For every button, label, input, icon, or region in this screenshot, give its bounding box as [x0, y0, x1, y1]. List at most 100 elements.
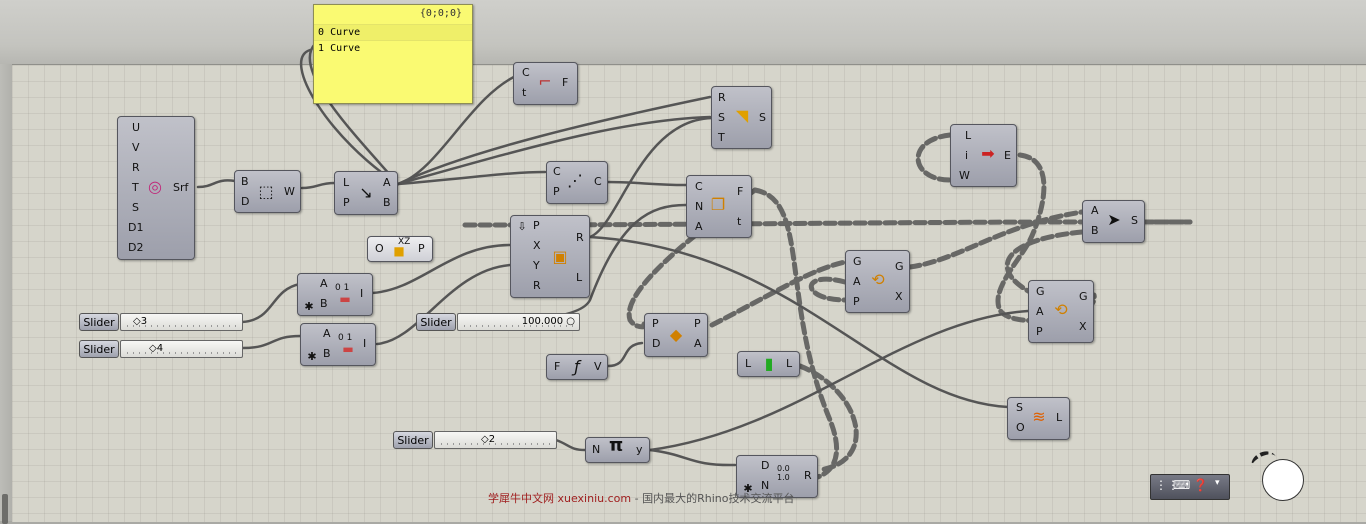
input-D[interactable]: D [761, 460, 769, 472]
input-R[interactable]: R [718, 92, 726, 104]
input-A[interactable]: A [320, 278, 328, 290]
output-R[interactable]: R [804, 470, 812, 482]
input-B[interactable]: B [1091, 225, 1099, 237]
project-component[interactable]: P D P A ◆ [644, 313, 708, 357]
sweep-component[interactable]: R S T S ◥ [711, 86, 772, 149]
input-L[interactable]: L [965, 130, 971, 142]
input-C[interactable]: C [695, 181, 703, 193]
output-G[interactable]: G [1079, 291, 1088, 303]
input-L[interactable]: L [343, 177, 349, 189]
output-L[interactable]: L [786, 358, 792, 370]
input-A[interactable]: A [1091, 205, 1099, 217]
output-G[interactable]: G [895, 261, 904, 273]
loft-component[interactable]: S O L ≋ [1007, 397, 1070, 440]
length-component[interactable]: L L ▮ [737, 351, 800, 377]
input-D[interactable]: D [241, 196, 249, 208]
text-panel[interactable]: {0;0;0} 0 Curve 1 Curve [313, 4, 473, 104]
output-A[interactable]: A [694, 338, 702, 350]
output-V[interactable]: V [594, 361, 602, 373]
pi-component[interactable]: N y π [585, 437, 650, 463]
evaluate-curve-component[interactable]: C t F ⌐ [513, 62, 578, 105]
input-P[interactable]: P [343, 197, 350, 209]
range-component-2[interactable]: A B I 0 1 ▬ ✱ [300, 323, 376, 366]
input-P[interactable]: P [533, 220, 540, 232]
input-A[interactable]: A [1036, 306, 1044, 318]
output-F[interactable]: F [737, 186, 743, 198]
input-i[interactable]: i [965, 150, 968, 162]
function-component[interactable]: F V ƒ [546, 354, 608, 380]
output-A[interactable]: A [383, 177, 391, 189]
output-X[interactable]: X [1079, 321, 1087, 333]
output-L[interactable]: L [1056, 412, 1062, 424]
input-Y[interactable]: Y [533, 260, 540, 272]
output-E[interactable]: E [1004, 150, 1011, 162]
rotate-component-2[interactable]: G A P G X ⟲ [1028, 280, 1094, 343]
input-U[interactable]: U [132, 122, 140, 134]
input-S[interactable]: S [718, 112, 725, 124]
output-I[interactable]: I [360, 288, 363, 300]
input-P[interactable]: P [1036, 326, 1043, 338]
input-S[interactable]: S [132, 202, 139, 214]
output-W[interactable]: W [284, 186, 295, 198]
dropdown-icon[interactable]: ▾ [1215, 478, 1220, 488]
box-component[interactable]: B D W ⬚ [234, 170, 301, 213]
output-P[interactable]: P [418, 243, 425, 255]
closest-point-component[interactable]: C P C ⋰ [546, 161, 608, 204]
output-C[interactable]: C [594, 176, 602, 188]
input-T[interactable]: T [718, 132, 725, 144]
output-t[interactable]: t [737, 216, 741, 228]
number-slider[interactable]: Slider ◇4 [79, 340, 243, 358]
input-P[interactable]: P [553, 186, 560, 198]
input-C[interactable]: C [553, 166, 561, 178]
input-T[interactable]: T [132, 182, 139, 194]
input-W[interactable]: W [959, 170, 970, 182]
rotate-component-1[interactable]: G A P G X ⟲ [845, 250, 910, 313]
output-I[interactable]: I [363, 338, 366, 350]
help-icon[interactable]: ❓ [1193, 478, 1208, 492]
range-component-1[interactable]: A B I 0 1 ▬ ✱ [297, 273, 373, 316]
graph-mapper-component[interactable]: P X Y R R L ▣ ⇩ [510, 215, 590, 298]
xz-plane-component[interactable]: O P XZ ■ [367, 236, 433, 262]
divide-component[interactable]: L P A B ↘ [334, 171, 398, 215]
number-slider[interactable]: Slider ◇2 [393, 431, 557, 449]
extend-component[interactable]: L i W E ➡ [950, 124, 1017, 187]
input-G[interactable]: G [1036, 286, 1045, 298]
slider-track[interactable]: 100.000 ○ [457, 313, 580, 331]
input-A[interactable]: A [323, 328, 331, 340]
output-S[interactable]: S [759, 112, 766, 124]
output-P[interactable]: P [694, 318, 701, 330]
input-R[interactable]: R [533, 280, 541, 292]
keyboard-icon[interactable]: ⌨ [1173, 478, 1190, 492]
input-A[interactable]: A [853, 276, 861, 288]
output-L[interactable]: L [576, 272, 582, 284]
input-t[interactable]: t [522, 87, 526, 99]
input-G[interactable]: G [853, 256, 862, 268]
output-y[interactable]: y [636, 444, 643, 456]
offset-component[interactable]: C N A F t ❐ [686, 175, 752, 238]
input-X[interactable]: X [533, 240, 541, 252]
output-B[interactable]: B [383, 197, 391, 209]
input-N[interactable]: N [592, 444, 600, 456]
input-D[interactable]: D [652, 338, 660, 350]
input-A[interactable]: A [695, 221, 703, 233]
number-slider[interactable]: Slider ◇3 [79, 313, 243, 331]
input-C[interactable]: C [522, 67, 530, 79]
output-Srf[interactable]: Srf [173, 182, 188, 194]
input-D1[interactable]: D1 [128, 222, 143, 234]
input-F[interactable]: F [554, 361, 560, 373]
surface-component[interactable]: U V R T S D1 D2 Srf ◎ [117, 116, 195, 260]
output-R[interactable]: R [576, 232, 584, 244]
input-S[interactable]: S [1016, 402, 1023, 414]
input-N[interactable]: N [695, 201, 703, 213]
input-L[interactable]: L [745, 358, 751, 370]
input-O[interactable]: O [375, 243, 384, 255]
input-B[interactable]: B [320, 298, 328, 310]
input-P[interactable]: P [853, 296, 860, 308]
input-B[interactable]: B [241, 176, 249, 188]
input-P[interactable]: P [652, 318, 659, 330]
navigation-compass[interactable] [1262, 459, 1304, 501]
slider-track[interactable]: ◇3 [120, 313, 243, 331]
output-S[interactable]: S [1131, 215, 1138, 227]
output-F[interactable]: F [562, 77, 568, 89]
input-R[interactable]: R [132, 162, 140, 174]
